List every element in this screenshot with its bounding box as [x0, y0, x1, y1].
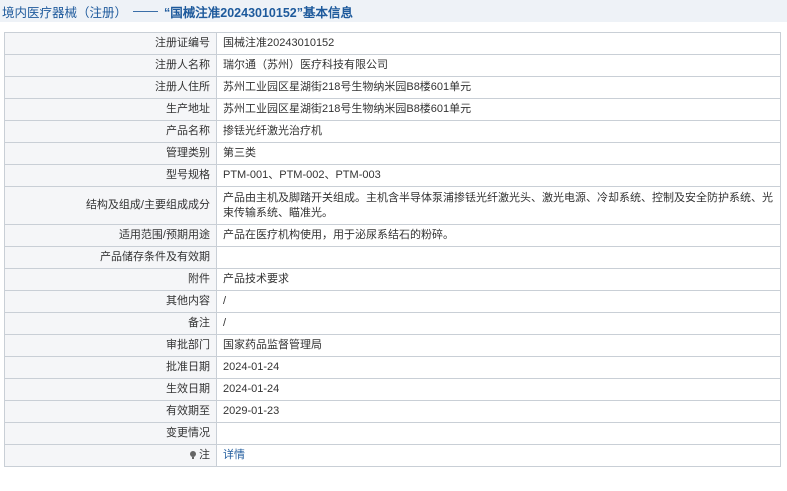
note-value-cell: 详情 — [216, 444, 781, 467]
row-value: 掺铥光纤激光治疗机 — [216, 120, 781, 143]
row-label: 注册人住所 — [4, 76, 217, 99]
row-value: PTM-001、PTM-002、PTM-003 — [216, 164, 781, 187]
row-label: 产品名称 — [4, 120, 217, 143]
table-row: 产品储存条件及有效期 — [4, 246, 781, 269]
row-label: 适用范围/预期用途 — [4, 224, 217, 247]
row-label: 生产地址 — [4, 98, 217, 121]
row-label: 有效期至 — [4, 400, 217, 423]
row-value: 产品在医疗机构使用，用于泌尿系结石的粉碎。 — [216, 224, 781, 247]
row-value: 2029-01-23 — [216, 400, 781, 423]
info-table: 注册证编号 国械注准20243010152 注册人名称 瑞尔通（苏州）医疗科技有… — [4, 32, 781, 467]
row-label: 备注 — [4, 312, 217, 335]
table-row: 注册人名称 瑞尔通（苏州）医疗科技有限公司 — [4, 54, 781, 77]
row-label: 注册证编号 — [4, 32, 217, 55]
table-row: 注 详情 — [4, 444, 781, 467]
row-label: 生效日期 — [4, 378, 217, 401]
row-label: 管理类别 — [4, 142, 217, 165]
header-category: 境内医疗器械（注册） — [2, 5, 128, 20]
row-value: 第三类 — [216, 142, 781, 165]
row-label: 型号规格 — [4, 164, 217, 187]
row-label: 注册人名称 — [4, 54, 217, 77]
row-value: 国家药品监督管理局 — [216, 334, 781, 357]
details-link[interactable]: 详情 — [223, 449, 245, 461]
table-row: 其他内容 / — [4, 290, 781, 313]
row-value: 苏州工业园区星湖街218号生物纳米园B8楼601单元 — [216, 98, 781, 121]
row-value: / — [216, 290, 781, 313]
row-label: 变更情况 — [4, 422, 217, 445]
row-label: 产品储存条件及有效期 — [4, 246, 217, 269]
table-row: 生产地址 苏州工业园区星湖街218号生物纳米园B8楼601单元 — [4, 98, 781, 121]
note-label-cell: 注 — [4, 444, 217, 467]
row-value: 苏州工业园区星湖街218号生物纳米园B8楼601单元 — [216, 76, 781, 99]
table-row: 生效日期 2024-01-24 — [4, 378, 781, 401]
table-row: 适用范围/预期用途 产品在医疗机构使用，用于泌尿系结石的粉碎。 — [4, 224, 781, 247]
header-title: “国械注准20243010152”基本信息 — [164, 5, 353, 20]
table-row: 管理类别 第三类 — [4, 142, 781, 165]
table-row: 附件 产品技术要求 — [4, 268, 781, 291]
row-label: 其他内容 — [4, 290, 217, 313]
table-row: 型号规格 PTM-001、PTM-002、PTM-003 — [4, 164, 781, 187]
row-label: 审批部门 — [4, 334, 217, 357]
table-row: 变更情况 — [4, 422, 781, 445]
row-label: 附件 — [4, 268, 217, 291]
row-value — [216, 422, 781, 445]
row-value: 产品由主机及脚踏开关组成。主机含半导体泵浦掺铥光纤激光头、激光电源、冷却系统、控… — [216, 186, 781, 225]
header-separator: —— — [133, 4, 159, 18]
row-label: 结构及组成/主要组成成分 — [4, 186, 217, 225]
page-header: 境内医疗器械（注册） —— “国械注准20243010152”基本信息 — [0, 0, 787, 22]
table-row: 审批部门 国家药品监督管理局 — [4, 334, 781, 357]
row-value: 瑞尔通（苏州）医疗科技有限公司 — [216, 54, 781, 77]
row-label: 批准日期 — [4, 356, 217, 379]
table-row: 产品名称 掺铥光纤激光治疗机 — [4, 120, 781, 143]
row-value — [216, 246, 781, 269]
lightbulb-icon — [189, 451, 197, 459]
table-row: 有效期至 2029-01-23 — [4, 400, 781, 423]
table-row: 结构及组成/主要组成成分 产品由主机及脚踏开关组成。主机含半导体泵浦掺铥光纤激光… — [4, 186, 781, 225]
table-row: 注册人住所 苏州工业园区星湖街218号生物纳米园B8楼601单元 — [4, 76, 781, 99]
row-value: 产品技术要求 — [216, 268, 781, 291]
table-row: 批准日期 2024-01-24 — [4, 356, 781, 379]
row-value: 2024-01-24 — [216, 356, 781, 379]
table-row: 注册证编号 国械注准20243010152 — [4, 32, 781, 55]
table-row: 备注 / — [4, 312, 781, 335]
row-value: / — [216, 312, 781, 335]
info-table-wrapper: 注册证编号 国械注准20243010152 注册人名称 瑞尔通（苏州）医疗科技有… — [4, 32, 781, 467]
row-value: 2024-01-24 — [216, 378, 781, 401]
row-value: 国械注准20243010152 — [216, 32, 781, 55]
note-label: 注 — [199, 449, 210, 461]
